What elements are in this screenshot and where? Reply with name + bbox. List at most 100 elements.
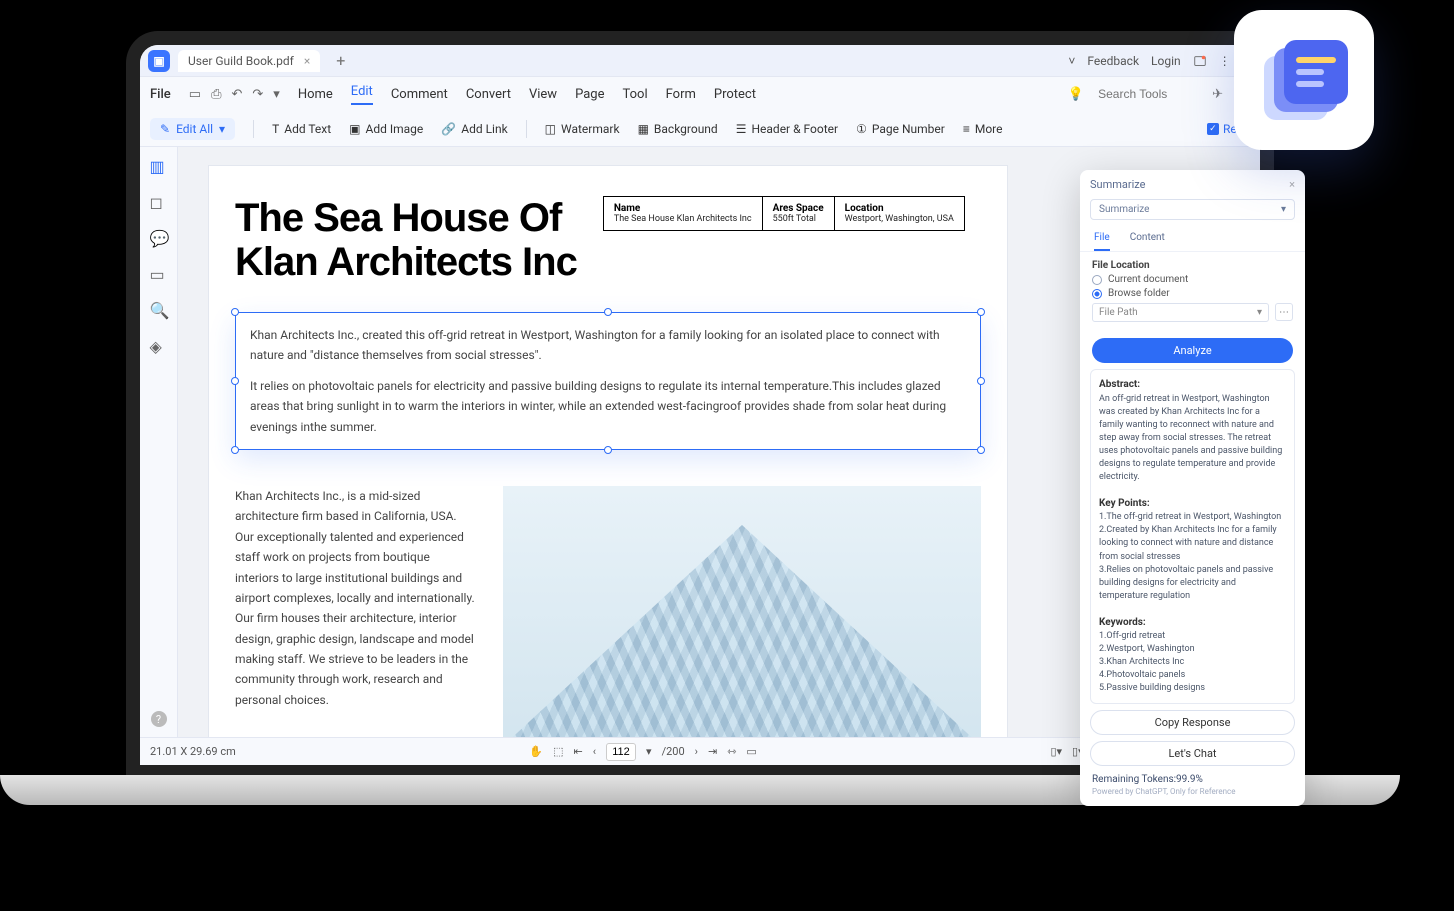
menu-view[interactable]: View [529, 87, 557, 102]
doc-image [503, 486, 981, 737]
keypoint: 3.Relies on photovoltaic panels and pass… [1099, 565, 1273, 601]
divider [253, 120, 254, 138]
chevron-down-icon[interactable]: ˅ [1068, 54, 1075, 68]
close-icon[interactable]: × [1289, 178, 1295, 191]
radio-label: Current document [1108, 274, 1188, 285]
fit-page-icon[interactable]: ▭ [746, 745, 756, 758]
selected-text-block[interactable]: Khan Architects Inc., created this off-g… [235, 312, 981, 450]
menu-home[interactable]: Home [298, 87, 333, 102]
checkbox-icon: ✓ [1207, 123, 1219, 135]
undo-icon[interactable]: ↶ [231, 87, 242, 102]
first-page-icon[interactable]: ⇤ [574, 745, 583, 758]
notification-icon[interactable] [1193, 54, 1207, 68]
file-path-placeholder: File Path [1099, 307, 1138, 318]
comment-icon[interactable]: 💬 [150, 229, 168, 247]
tab-file[interactable]: File [1094, 226, 1110, 251]
watermark-button[interactable]: ◫Watermark [545, 122, 620, 136]
doc-title-line1: The Sea House Of [235, 196, 577, 240]
tab-content[interactable]: Content [1130, 226, 1165, 251]
edit-all-label: Edit All [176, 122, 213, 136]
help-icon[interactable]: ? [151, 711, 167, 727]
page-number-button[interactable]: ①Page Number [856, 122, 945, 136]
layers-icon[interactable]: ◈ [150, 337, 168, 355]
keyword: 5.Passive building designs [1099, 683, 1205, 693]
hand-tool-icon[interactable]: ✋ [529, 745, 543, 758]
search-icon[interactable]: 🔍 [150, 301, 168, 319]
last-page-icon[interactable]: ⇥ [708, 745, 717, 758]
file-path-input[interactable]: File Path ▾ [1092, 303, 1269, 322]
menu-form[interactable]: Form [666, 87, 696, 102]
document-tab[interactable]: User Guild Book.pdf × [178, 50, 320, 72]
mode-dropdown[interactable]: Summarize ▾ [1090, 199, 1295, 220]
menu-tool[interactable]: Tool [622, 87, 647, 102]
feature-badge [1234, 10, 1374, 150]
menu-convert[interactable]: Convert [466, 87, 511, 102]
page-dimensions: 21.01 X 29.69 cm [150, 745, 236, 758]
keywords-heading: Keywords: [1099, 617, 1146, 628]
more-icon[interactable]: ⋮ [1219, 54, 1231, 68]
close-tab-icon[interactable]: × [304, 54, 310, 68]
add-link-button[interactable]: 🔗Add Link [441, 122, 507, 136]
image-icon: ▣ [349, 122, 360, 136]
more-button[interactable]: ≡More [963, 122, 1003, 136]
new-tab-button[interactable]: + [330, 51, 351, 70]
menu-edit[interactable]: Edit [351, 84, 373, 105]
header-footer-button[interactable]: ☰Header & Footer [736, 122, 838, 136]
more-icon: ≡ [963, 122, 970, 136]
resize-handle[interactable] [231, 446, 239, 454]
thumbnails-icon[interactable]: ▥ [150, 157, 168, 175]
menu-comment[interactable]: Comment [391, 87, 448, 102]
radio-browse-folder[interactable]: Browse folder [1092, 288, 1293, 299]
prev-page-icon[interactable]: ‹ [593, 745, 596, 758]
page-input[interactable] [606, 743, 636, 761]
lets-chat-button[interactable]: Let's Chat [1090, 741, 1295, 766]
resize-handle[interactable] [977, 446, 985, 454]
background-button[interactable]: ▦Background [638, 122, 718, 136]
feedback-link[interactable]: Feedback [1087, 54, 1139, 68]
print-icon[interactable]: ⎙ [211, 87, 221, 102]
add-link-label: Add Link [461, 122, 507, 136]
save-icon[interactable]: ▭ [189, 87, 201, 102]
left-sidebar: ▥ ◻ 💬 ▭ 🔍 ◈ ? [140, 147, 178, 737]
redo-icon[interactable]: ↷ [252, 87, 263, 102]
resize-handle[interactable] [604, 446, 612, 454]
add-image-button[interactable]: ▣Add Image [349, 122, 423, 136]
resize-handle[interactable] [977, 308, 985, 316]
fit-width-icon[interactable]: ⇿ [727, 745, 736, 758]
page-icon[interactable]: ▭ [150, 265, 168, 283]
dropdown-icon[interactable]: ▾ [273, 87, 280, 102]
radio-current-document[interactable]: Current document [1092, 274, 1293, 285]
select-tool-icon[interactable]: ⬚ [553, 745, 563, 758]
info-loc-header: Location [845, 203, 954, 214]
dropdown-icon[interactable]: ▾ [646, 745, 652, 758]
resize-handle[interactable] [231, 377, 239, 385]
view-mode-icon[interactable]: ▯▾ [1050, 745, 1062, 758]
tab-title: User Guild Book.pdf [188, 54, 294, 68]
resize-handle[interactable] [977, 377, 985, 385]
edit-all-button[interactable]: ✎ Edit All ▾ [150, 118, 235, 140]
keypoint: 1.The off-grid retreat in Westport, Wash… [1099, 512, 1281, 522]
info-table: NameThe Sea House Klan Architects Inc Ar… [603, 196, 965, 231]
login-link[interactable]: Login [1151, 54, 1181, 68]
watermark-label: Watermark [561, 122, 620, 136]
dropdown-value: Summarize [1099, 204, 1149, 215]
powered-by: Powered by ChatGPT, Only for Reference [1080, 787, 1305, 806]
resize-handle[interactable] [231, 308, 239, 316]
search-tools-input[interactable] [1098, 87, 1198, 101]
bookmark-icon[interactable]: ◻ [150, 193, 168, 211]
menu-protect[interactable]: Protect [714, 87, 756, 102]
app-logo: ▣ [148, 50, 170, 72]
send-icon[interactable]: ✈ [1212, 87, 1223, 102]
add-text-button[interactable]: TAdd Text [272, 122, 331, 136]
analyze-button[interactable]: Analyze [1092, 338, 1293, 363]
browse-button[interactable]: ⋯ [1275, 303, 1293, 321]
keyword: 3.Khan Architects Inc [1099, 657, 1184, 667]
menu-page[interactable]: Page [575, 87, 604, 102]
doc-title-line2: Klan Architects Inc [235, 240, 577, 284]
resize-handle[interactable] [604, 308, 612, 316]
next-page-icon[interactable]: › [695, 745, 698, 758]
header-footer-icon: ☰ [736, 122, 747, 136]
ai-result: Abstract: An off-grid retreat in Westpor… [1090, 369, 1295, 704]
copy-response-button[interactable]: Copy Response [1090, 710, 1295, 735]
menu-file[interactable]: File [150, 87, 171, 102]
